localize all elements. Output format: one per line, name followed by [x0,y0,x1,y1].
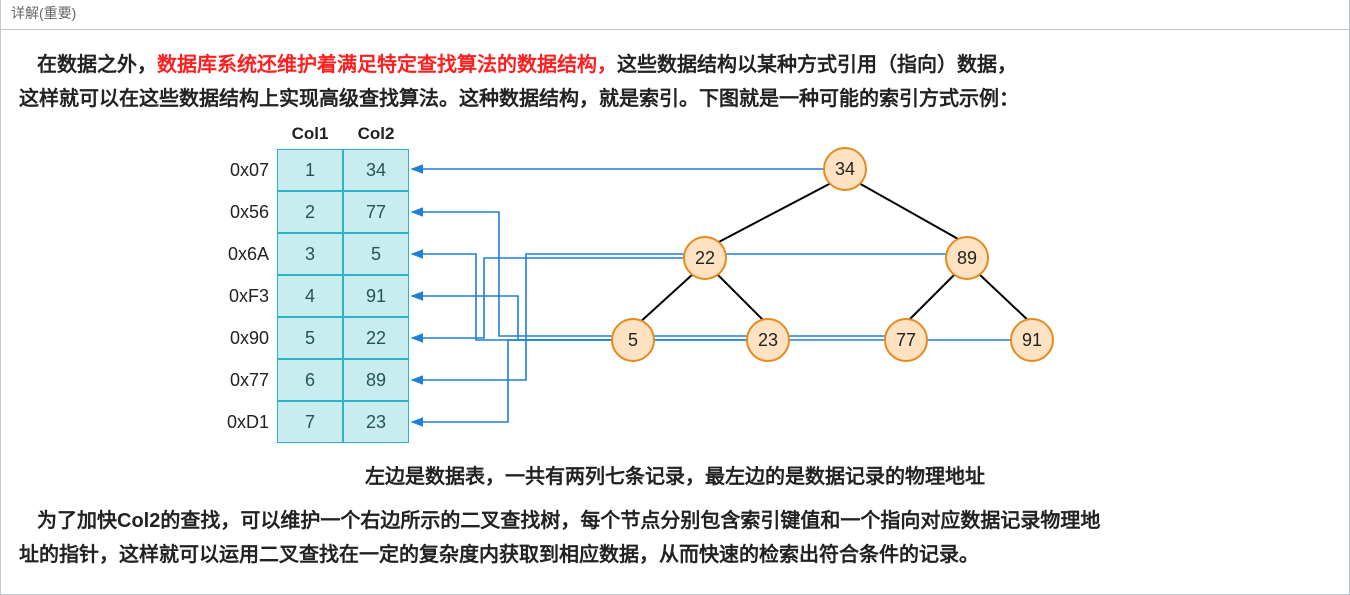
para1-post: 这些数据结构以某种方式引用（指向）数据， [617,54,1017,76]
tree-node-l: 22 [684,237,726,279]
svg-text:22: 22 [695,248,715,268]
svg-text:34: 34 [835,159,855,179]
tree-node-root: 34 [824,148,866,190]
para1-emphasis: 数据库系统还维护着满足特定查找算法的数据结构， [157,54,617,76]
document-frame: 详解(重要) 在数据之外，数据库系统还维护着满足特定查找算法的数据结构，这些数据… [0,0,1350,595]
para1-pre: 在数据之外， [37,54,157,76]
tree-node-ll: 5 [612,319,654,361]
svg-text:89: 89 [957,248,977,268]
paragraph-1-line-1: 在数据之外，数据库系统还维护着满足特定查找算法的数据结构，这些数据结构以某种方式… [19,48,1331,82]
tree-node-r: 89 [946,237,988,279]
content-body: 在数据之外，数据库系统还维护着满足特定查找算法的数据结构，这些数据结构以某种方式… [1,30,1349,586]
svg-text:23: 23 [758,330,778,350]
index-diagram: Col1 Col2 0x07 1 34 0x56 2 77 0x6A 3 5 0… [175,124,1175,454]
diagram-caption: 左边是数据表，一共有两列七条记录，最左边的是数据记录的物理地址 [19,460,1331,494]
diagram-svg: 34 22 89 5 2 [175,124,1175,454]
tree-node-lr: 23 [747,319,789,361]
tree-node-rr: 91 [1011,319,1053,361]
paragraph-1-line-2: 这样就可以在这些数据结构上实现高级查找算法。这种数据结构，就是索引。下图就是一种… [19,82,1331,116]
tree-node-rl: 77 [885,319,927,361]
svg-text:5: 5 [628,330,638,350]
svg-text:91: 91 [1022,330,1042,350]
svg-text:77: 77 [896,330,916,350]
paragraph-2-line-1: 为了加快Col2的查找，可以维护一个右边所示的二叉查找树，每个节点分别包含索引键… [19,504,1331,538]
section-title: 详解(重要) [1,0,1349,30]
paragraph-2-line-2: 址的指针，这样就可以运用二叉查找在一定的复杂度内获取到相应数据，从而快速的检索出… [19,538,1331,572]
